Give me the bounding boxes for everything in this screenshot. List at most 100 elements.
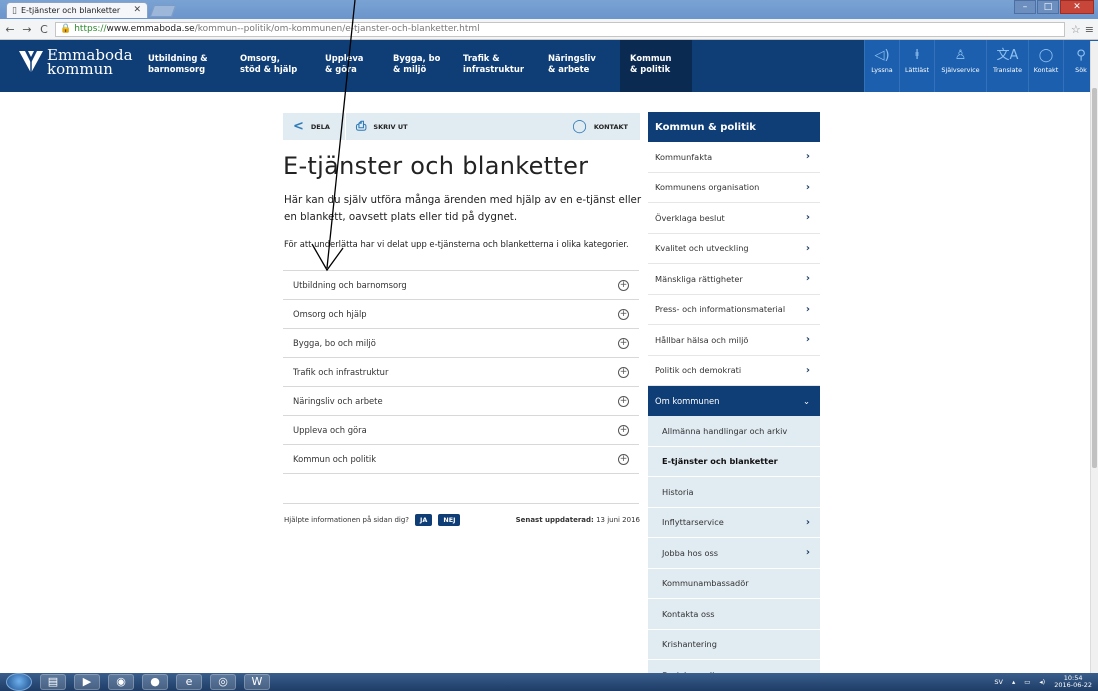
sidebar-item[interactable]: Mänskliga rättigheter ›: [648, 264, 820, 295]
site-logo[interactable]: Emmaboda kommun: [18, 48, 133, 77]
sidebar-subitem[interactable]: Allmänna handlingar och arkiv: [648, 416, 820, 447]
sidebar-item[interactable]: Överklaga beslut ›: [648, 203, 820, 234]
expand-plus-icon[interactable]: +: [618, 453, 629, 465]
sidebar-subitem-label: Inflyttarservice: [662, 517, 724, 528]
minimize-button[interactable]: –: [1014, 0, 1036, 14]
contact-label: KONTAKT: [593, 122, 628, 131]
address-bar[interactable]: 🔒 https:// www.emmaboda.se /kommun--poli…: [55, 21, 1065, 37]
category-label: Omsorg och hjälp: [293, 309, 367, 319]
listen-button[interactable]: ◁) Lyssna: [864, 40, 899, 92]
main-navigation: Utbildning & barnomsorg Omsorg, stöd & h…: [138, 40, 692, 92]
network-icon[interactable]: ▭: [1024, 678, 1030, 686]
forward-icon[interactable]: →: [20, 23, 34, 36]
sidebar-section-label: Om kommunen: [655, 396, 720, 406]
no-button[interactable]: NEJ: [438, 514, 461, 526]
sidebar-subitem[interactable]: Kontakta oss: [648, 599, 820, 630]
scrollbar-thumb[interactable]: [1092, 88, 1097, 468]
easy-read-button[interactable]: ⱡ Lättläst: [899, 40, 934, 92]
sidebar-item[interactable]: Politik och demokrati ›: [648, 356, 820, 386]
category-row[interactable]: Uppleva och göra +: [283, 416, 639, 445]
maximize-button[interactable]: □: [1037, 0, 1059, 14]
expand-plus-icon[interactable]: +: [618, 366, 629, 378]
chevron-right-icon: ›: [805, 516, 810, 528]
nav-label: stöd & hjälp: [240, 64, 298, 74]
category-accordion: Utbildning och barnomsorg + Omsorg och h…: [283, 270, 639, 474]
chrome-taskbar-icon[interactable]: ◉: [108, 674, 134, 690]
reload-icon[interactable]: C: [37, 23, 51, 36]
chevron-right-icon: ›: [805, 151, 810, 163]
new-tab-button[interactable]: [149, 5, 177, 17]
sidebar-subitem[interactable]: Jobba hos oss ›: [648, 538, 820, 569]
nav-utbildning[interactable]: Utbildning & barnomsorg: [138, 40, 230, 92]
sidebar-subitem-current[interactable]: E-tjänster och blanketter: [648, 446, 820, 477]
nav-naringsliv[interactable]: Näringsliv & arbete: [538, 40, 620, 92]
category-row[interactable]: Trafik och infrastruktur +: [283, 358, 639, 387]
nav-label: & miljö: [393, 64, 427, 74]
sidebar-item[interactable]: Hållbar hälsa och miljö ›: [648, 325, 820, 356]
sidebar-item[interactable]: Kvalitet och utveckling ›: [648, 234, 820, 264]
page-scrollbar[interactable]: [1090, 41, 1098, 673]
sidebar-subitem[interactable]: Historia: [648, 477, 820, 508]
yes-button[interactable]: JA: [415, 514, 433, 526]
category-label: Näringsliv och arbete: [293, 396, 383, 406]
self-service-button[interactable]: ♙ Självservice: [934, 40, 986, 92]
category-row[interactable]: Omsorg och hjälp +: [283, 300, 639, 329]
app-taskbar-icon[interactable]: ◎: [210, 674, 236, 690]
contact-button[interactable]: ◯ Kontakt: [1028, 40, 1063, 92]
nav-trafik[interactable]: Trafik & infrastruktur: [453, 40, 538, 92]
firefox-taskbar-icon[interactable]: ●: [142, 674, 168, 690]
chevron-right-icon: ›: [805, 273, 810, 285]
expand-plus-icon[interactable]: +: [618, 395, 629, 407]
nav-bygga[interactable]: Bygga, bo & miljö: [383, 40, 453, 92]
nav-label: barnomsorg: [148, 64, 206, 74]
sidebar-heading[interactable]: Kommun & politik: [648, 112, 820, 142]
print-button[interactable]: ⎙ SKRIV UT: [346, 113, 424, 140]
browser-tab[interactable]: ▯ E-tjänster och blanketter ✕: [6, 2, 148, 18]
sidebar-subitem[interactable]: Kommunambassadör: [648, 568, 820, 599]
contact-link[interactable]: ◯ KONTAKT: [572, 113, 640, 140]
sidebar-item[interactable]: Kommunens organisation ›: [648, 173, 820, 203]
category-label: Trafik och infrastruktur: [293, 367, 389, 377]
category-row[interactable]: Utbildning och barnomsorg +: [283, 271, 639, 300]
nav-uppleva[interactable]: Uppleva & göra: [315, 40, 383, 92]
nav-omsorg[interactable]: Omsorg, stöd & hjälp: [230, 40, 315, 92]
close-tab-icon[interactable]: ✕: [133, 5, 141, 15]
sidebar-subitem[interactable]: Inflyttarservice ›: [648, 507, 820, 538]
sidebar-subitem-label: Jobba hos oss: [662, 547, 719, 558]
media-player-taskbar-icon[interactable]: ▶: [74, 674, 100, 690]
internet-explorer-taskbar-icon[interactable]: e: [176, 674, 202, 690]
chevron-right-icon: ›: [805, 303, 810, 315]
tray-arrow-icon[interactable]: ▴: [1012, 678, 1015, 686]
url-scheme: https://: [74, 24, 107, 34]
chat-icon: ◯: [1038, 48, 1054, 63]
sidebar-item-label: Politik och demokrati: [655, 365, 742, 376]
sidebar-open-section[interactable]: Om kommunen ⌄: [648, 386, 820, 416]
expand-plus-icon[interactable]: +: [618, 279, 629, 291]
sidebar-subitem[interactable]: Krishantering: [648, 629, 820, 660]
category-row[interactable]: Näringsliv och arbete +: [283, 387, 639, 416]
sidebar-item[interactable]: Press- och informationsmaterial ›: [648, 295, 820, 325]
language-indicator[interactable]: SV: [994, 678, 1003, 686]
translate-button[interactable]: 文A Translate: [986, 40, 1028, 92]
url-domain: www.emmaboda.se: [106, 24, 195, 34]
page-icon: ▯: [12, 5, 17, 16]
category-row[interactable]: Bygga, bo och miljö +: [283, 329, 639, 358]
back-icon[interactable]: ←: [3, 23, 17, 36]
nav-label: Uppleva: [325, 53, 364, 63]
nav-kommun-politik[interactable]: Kommun & politik: [620, 40, 692, 92]
word-taskbar-icon[interactable]: W: [244, 674, 270, 690]
expand-plus-icon[interactable]: +: [618, 337, 629, 349]
expand-plus-icon[interactable]: +: [618, 308, 629, 320]
sidebar-item[interactable]: Kommunfakta ›: [648, 142, 820, 173]
clock[interactable]: 10:54 2016-06-22: [1054, 675, 1092, 689]
share-button[interactable]: < DELA: [283, 113, 346, 140]
explorer-taskbar-icon[interactable]: ▤: [40, 674, 66, 690]
close-window-button[interactable]: ✕: [1060, 0, 1094, 14]
category-row[interactable]: Kommun och politik +: [283, 445, 639, 474]
start-button[interactable]: [6, 673, 32, 691]
bookmark-star-icon[interactable]: ☆: [1071, 23, 1081, 36]
category-label: Bygga, bo och miljö: [293, 338, 376, 348]
expand-plus-icon[interactable]: +: [618, 424, 629, 436]
volume-icon[interactable]: ◂): [1039, 678, 1045, 686]
browser-menu-icon[interactable]: ≡: [1085, 23, 1094, 36]
